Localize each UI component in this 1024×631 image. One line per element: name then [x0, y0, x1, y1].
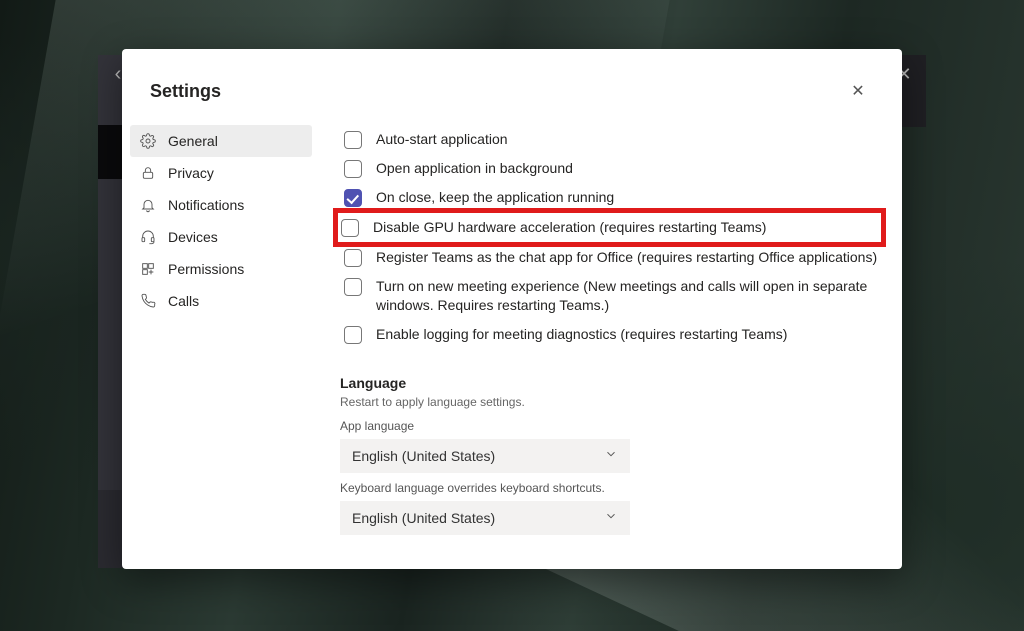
option-register-chat[interactable]: Register Teams as the chat app for Offic… [340, 243, 882, 272]
option-label: Enable logging for meeting diagnostics (… [376, 325, 787, 344]
checkbox[interactable] [344, 249, 362, 267]
modal-title: Settings [150, 81, 842, 102]
option-keep-running[interactable]: On close, keep the application running [340, 183, 882, 212]
sidebar-item-general[interactable]: General [130, 125, 312, 157]
option-label: Turn on new meeting experience (New meet… [376, 277, 882, 315]
option-new-meeting[interactable]: Turn on new meeting experience (New meet… [340, 272, 882, 320]
option-logging[interactable]: Enable logging for meeting diagnostics (… [340, 320, 882, 349]
select-value: English (United States) [352, 510, 495, 526]
option-disable-gpu[interactable]: Disable GPU hardware acceleration (requi… [337, 212, 882, 243]
keyboard-language-label: Keyboard language overrides keyboard sho… [340, 481, 882, 495]
app-language-label: App language [340, 419, 882, 433]
option-label: Auto-start application [376, 130, 508, 149]
language-heading: Language [340, 375, 882, 391]
phone-icon [140, 293, 156, 309]
sidebar-item-label: Permissions [168, 261, 244, 277]
app-language-select[interactable]: English (United States) [340, 439, 630, 473]
sidebar-item-label: Notifications [168, 197, 244, 213]
close-button[interactable]: ✕ [842, 75, 874, 107]
modal-header: Settings ✕ [122, 49, 902, 117]
sidebar-item-label: Devices [168, 229, 218, 245]
checkbox-checked[interactable] [344, 189, 362, 207]
sidebar-item-label: Calls [168, 293, 199, 309]
chevron-down-icon [604, 447, 618, 464]
option-label: Disable GPU hardware acceleration (requi… [373, 218, 766, 237]
keyboard-language-select[interactable]: English (United States) [340, 501, 630, 535]
sidebar-item-permissions[interactable]: Permissions [130, 253, 312, 285]
sidebar-item-privacy[interactable]: Privacy [130, 157, 312, 189]
sidebar-item-label: General [168, 133, 218, 149]
option-autostart[interactable]: Auto-start application [340, 125, 882, 154]
select-value: English (United States) [352, 448, 495, 464]
option-label: On close, keep the application running [376, 188, 614, 207]
option-open-background[interactable]: Open application in background [340, 154, 882, 183]
checkbox[interactable] [344, 131, 362, 149]
headset-icon [140, 229, 156, 245]
app-icon [140, 261, 156, 277]
bell-icon [140, 197, 156, 213]
close-icon: ✕ [851, 81, 864, 101]
chevron-down-icon [604, 509, 618, 526]
checkbox[interactable] [344, 160, 362, 178]
sidebar-item-label: Privacy [168, 165, 214, 181]
sidebar-item-devices[interactable]: Devices [130, 221, 312, 253]
sidebar-item-notifications[interactable]: Notifications [130, 189, 312, 221]
option-label: Register Teams as the chat app for Offic… [376, 248, 877, 267]
gear-icon [140, 133, 156, 149]
lock-icon [140, 165, 156, 181]
checkbox[interactable] [344, 278, 362, 296]
checkbox[interactable] [341, 219, 359, 237]
settings-content: Auto-start application Open application … [320, 117, 902, 569]
checkbox[interactable] [344, 326, 362, 344]
language-subtext: Restart to apply language settings. [340, 395, 882, 409]
sidebar-item-calls[interactable]: Calls [130, 285, 312, 317]
settings-modal: Settings ✕ General Privacy [122, 49, 902, 569]
settings-sidebar: General Privacy Notifications Devices [122, 117, 320, 569]
option-label: Open application in background [376, 159, 573, 178]
